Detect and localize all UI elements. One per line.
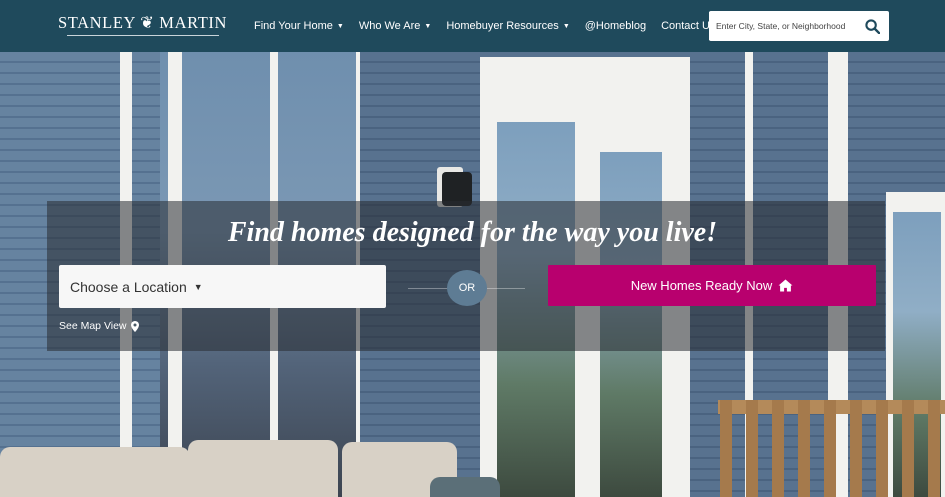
ready-button-label: New Homes Ready Now bbox=[630, 278, 773, 293]
nav-label: @Homeblog bbox=[584, 20, 647, 32]
logo-underline bbox=[66, 35, 219, 36]
home-icon bbox=[778, 279, 793, 292]
chevron-down-icon: ▼ bbox=[562, 22, 570, 30]
nav-label: Homebuyer Resources bbox=[446, 20, 559, 32]
or-divider-line bbox=[487, 288, 525, 289]
or-divider-line bbox=[408, 288, 448, 289]
search-input[interactable] bbox=[709, 12, 857, 40]
or-label: OR bbox=[458, 282, 476, 294]
map-link-label: See Map View bbox=[59, 320, 127, 332]
nav-homebuyer-resources[interactable]: Homebuyer Resources ▼ bbox=[446, 20, 569, 32]
search-icon bbox=[864, 18, 880, 34]
logo-text: STANLEY ❦ MARTIN bbox=[58, 13, 227, 32]
location-select-label: Choose a Location bbox=[70, 278, 187, 295]
nav-find-your-home[interactable]: Find Your Home ▼ bbox=[254, 20, 344, 32]
throw-pillow bbox=[430, 477, 500, 497]
search-button[interactable] bbox=[857, 12, 887, 40]
nav-homeblog[interactable]: @Homeblog bbox=[585, 20, 646, 32]
nav-label: Contact Us bbox=[661, 20, 716, 32]
nav-label: Find Your Home bbox=[254, 20, 333, 32]
new-homes-ready-now-button[interactable]: New Homes Ready Now bbox=[548, 265, 876, 306]
nav-label: Who We Are bbox=[358, 20, 421, 32]
nav-contact-us[interactable]: Contact Us bbox=[661, 20, 715, 32]
location-select[interactable]: Choose a Location ▼ bbox=[59, 265, 386, 308]
search-box bbox=[709, 11, 889, 41]
or-divider: OR bbox=[447, 270, 487, 306]
hero-tagline: Find homes designed for the way you live… bbox=[227, 217, 718, 248]
map-pin-icon bbox=[130, 320, 139, 332]
sofa-cushion bbox=[0, 447, 190, 497]
site-header: STANLEY ❦ MARTIN Find Your Home ▼ Who We… bbox=[0, 0, 945, 52]
sofa-cushion bbox=[188, 440, 338, 497]
chevron-down-icon: ▼ bbox=[336, 22, 344, 30]
stanley-martin-logo[interactable]: STANLEY ❦ MARTIN bbox=[58, 14, 227, 40]
chevron-down-icon: ▼ bbox=[193, 281, 203, 292]
nav-who-we-are[interactable]: Who We Are ▼ bbox=[359, 20, 431, 32]
deck-railing bbox=[720, 400, 945, 497]
chevron-down-icon: ▼ bbox=[424, 22, 432, 30]
hero-photo: Find homes designed for the way you live… bbox=[0, 52, 945, 497]
see-map-view-link[interactable]: See Map View bbox=[59, 320, 139, 332]
main-nav: Find Your Home ▼ Who We Are ▼ Homebuyer … bbox=[254, 0, 730, 52]
